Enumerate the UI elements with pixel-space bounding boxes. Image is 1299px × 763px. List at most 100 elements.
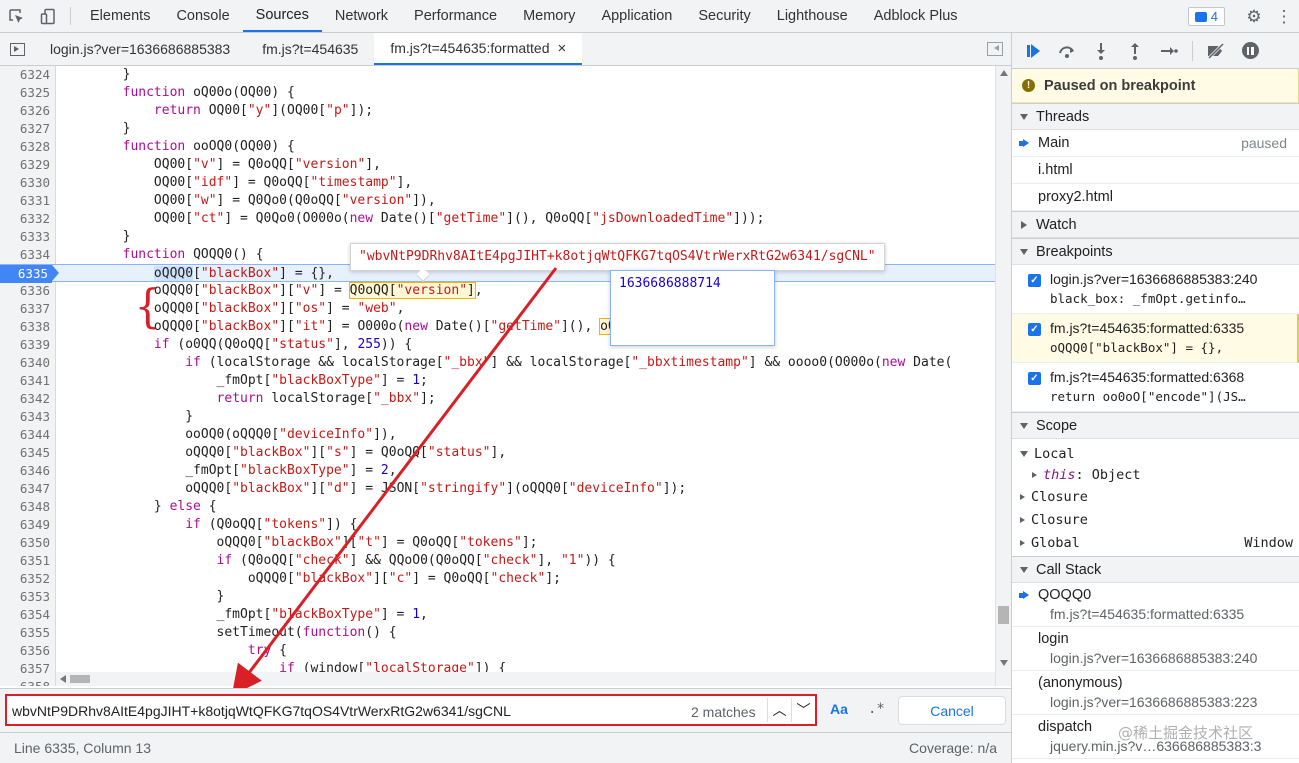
scroll-down-icon[interactable] xyxy=(1000,660,1008,666)
previous-match-button[interactable]: ︿ xyxy=(767,698,791,722)
watch-section-header[interactable]: Watch xyxy=(1012,211,1299,238)
line-number[interactable]: 6344 xyxy=(0,426,50,444)
scope-closure[interactable]: Closure xyxy=(1012,485,1299,508)
code-line[interactable]: 6346 _fmOpt["blackBoxType"] = 2, xyxy=(0,462,995,480)
line-number[interactable]: 6345 xyxy=(0,444,50,462)
code-line[interactable]: 6343 } xyxy=(0,408,995,426)
deactivate-breakpoints-icon[interactable] xyxy=(1205,40,1227,62)
code-line[interactable]: 6356 try { xyxy=(0,642,995,660)
code-text[interactable]: function QOQQ0() { xyxy=(60,246,264,264)
line-number[interactable]: 6349 xyxy=(0,516,50,534)
line-number[interactable]: 6330 xyxy=(0,174,50,192)
tab-elements[interactable]: Elements xyxy=(77,0,163,32)
line-number[interactable]: 6331 xyxy=(0,192,50,210)
tab-adblock-plus[interactable]: Adblock Plus xyxy=(861,0,971,32)
breakpoint-checkbox[interactable]: ✓ xyxy=(1028,323,1041,336)
code-line[interactable]: 6341 _fmOpt["blackBoxType"] = 1; xyxy=(0,372,995,390)
line-number[interactable]: 6324 xyxy=(0,66,50,84)
code-line[interactable]: 6342 return localStorage["_bbx"]; xyxy=(0,390,995,408)
line-number[interactable]: 6353 xyxy=(0,588,50,606)
scrollbar-thumb[interactable] xyxy=(998,606,1009,624)
frame-location[interactable]: login.js?ver=1636686885383:240 xyxy=(1050,650,1257,666)
callstack-frame[interactable]: login login.js?ver=1636686885383:240 xyxy=(1012,627,1299,671)
code-line[interactable]: 6351 if (Q0oQQ["check"] && QQoO0(Q0oQQ["… xyxy=(0,552,995,570)
code-text[interactable]: oQQQ0["blackBox"] = {}, xyxy=(60,265,334,283)
tab-lighthouse[interactable]: Lighthouse xyxy=(764,0,861,32)
code-line[interactable]: 6352 oQQQ0["blackBox"]["c"] = Q0oQQ["che… xyxy=(0,570,995,588)
code-line[interactable]: 6344 ooOQ0(oQQQ0["deviceInfo"]), xyxy=(0,426,995,444)
code-text[interactable]: if (Q0oQQ["tokens"]) { xyxy=(60,516,357,534)
line-number[interactable]: 6348 xyxy=(0,498,50,516)
scroll-left-icon[interactable] xyxy=(60,675,66,683)
editor-horizontal-scrollbar[interactable] xyxy=(56,672,995,686)
code-line[interactable]: 6354 _fmOpt["blackBoxType"] = 1, xyxy=(0,606,995,624)
callstack-section-header[interactable]: Call Stack xyxy=(1012,556,1299,583)
line-number[interactable]: 6356 xyxy=(0,642,50,660)
tab-performance[interactable]: Performance xyxy=(401,0,510,32)
line-number[interactable]: 6328 xyxy=(0,138,50,156)
step-into-icon[interactable] xyxy=(1090,40,1112,62)
code-text[interactable]: _fmOpt["blackBoxType"] = 1; xyxy=(60,372,428,390)
file-tab-fm-js-formatted[interactable]: fm.js?t=454635:formatted × xyxy=(374,33,583,65)
code-line[interactable]: 6339 if (o0QQ(Q0oQQ["status"], 255)) { xyxy=(0,336,995,354)
code-line[interactable]: 6345 oQQQ0["blackBox"]["s"] = Q0oQQ["sta… xyxy=(0,444,995,462)
scroll-up-icon[interactable] xyxy=(1000,70,1008,76)
line-number[interactable]: 6342 xyxy=(0,390,50,408)
code-text[interactable]: } xyxy=(60,228,131,246)
code-text[interactable]: if (localStorage && localStorage["_bbx"]… xyxy=(60,354,952,372)
code-text[interactable]: } xyxy=(60,120,131,138)
code-line[interactable]: 6353 } xyxy=(0,588,995,606)
tab-sources[interactable]: Sources xyxy=(242,0,322,32)
line-number[interactable]: 6346 xyxy=(0,462,50,480)
code-text[interactable]: if (o0QQ(Q0oQQ["status"], 255)) { xyxy=(60,336,412,354)
console-messages-badge[interactable]: 4 xyxy=(1187,7,1225,26)
tab-application[interactable]: Application xyxy=(588,0,685,32)
code-line[interactable]: 6326 return OQ00["y"](OQ00["p"]); xyxy=(0,102,995,120)
step-over-icon[interactable] xyxy=(1056,40,1078,62)
scrollbar-thumb[interactable] xyxy=(70,675,90,683)
resume-icon[interactable] xyxy=(1022,40,1044,62)
scope-section-header[interactable]: Scope xyxy=(1012,412,1299,439)
line-number[interactable]: 6327 xyxy=(0,120,50,138)
regex-button[interactable]: .* xyxy=(868,701,885,717)
code-text[interactable]: } xyxy=(60,66,131,84)
code-text[interactable]: oQQQ0["blackBox"]["c"] = Q0oQQ["check"]; xyxy=(60,570,561,588)
code-text[interactable]: _fmOpt["blackBoxType"] = 2, xyxy=(60,462,396,480)
line-number[interactable]: 6343 xyxy=(0,408,50,426)
scope-this[interactable]: this : Object xyxy=(1012,465,1299,485)
code-text[interactable]: OQ00["w"] = Q0Qo0(Q0oQQ["version"]), xyxy=(60,192,436,210)
step-icon[interactable] xyxy=(1158,40,1180,62)
tab-memory[interactable]: Memory xyxy=(510,0,588,32)
code-text[interactable]: } xyxy=(60,408,193,426)
line-number[interactable]: 6332 xyxy=(0,210,50,228)
breakpoint-item-active[interactable]: ✓ fm.js?t=454635:formatted:6335 oQQQ0["b… xyxy=(1012,314,1299,363)
step-out-icon[interactable] xyxy=(1124,40,1146,62)
line-number[interactable]: 6341 xyxy=(0,372,50,390)
callstack-frame[interactable]: (anonymous) login.js?ver=1636686885383:2… xyxy=(1012,671,1299,715)
code-text[interactable]: ooOQ0(oQQQ0["deviceInfo"]), xyxy=(60,426,396,444)
code-text[interactable]: OQ00["ct"] = Q0Qo0(O000o(new Date()["get… xyxy=(60,210,765,228)
toggle-debugger-panel-icon[interactable] xyxy=(987,42,1003,56)
breakpoints-section-header[interactable]: Breakpoints xyxy=(1012,238,1299,265)
code-text[interactable]: setTimeout(function() { xyxy=(60,624,397,642)
settings-gear-icon[interactable]: ⚙ xyxy=(1239,7,1269,27)
breakpoint-item[interactable]: ✓ login.js?ver=1636686885383:240 black_b… xyxy=(1012,265,1299,314)
line-number[interactable]: 6358 xyxy=(0,678,50,686)
line-number[interactable]: 6337 xyxy=(0,300,50,318)
code-line[interactable]: 6325 function oQ00o(OQ00) { xyxy=(0,84,995,102)
device-toggle-icon[interactable] xyxy=(32,0,64,32)
line-number[interactable]: 6351 xyxy=(0,552,50,570)
breakpoint-checkbox[interactable]: ✓ xyxy=(1028,274,1041,287)
thread-item-ihtml[interactable]: i.html xyxy=(1012,157,1299,184)
code-text[interactable]: if (Q0oQQ["check"] && QQoO0(Q0oQQ["check… xyxy=(60,552,616,570)
code-line[interactable]: 6330 OQ00["idf"] = Q0oQQ["timestamp"], xyxy=(0,174,995,192)
code-line[interactable]: 6340 if (localStorage && localStorage["_… xyxy=(0,354,995,372)
code-text[interactable]: oQQQ0["blackBox"]["d"] = JSON["stringify… xyxy=(60,480,686,498)
code-text[interactable]: function oQ00o(OQ00) { xyxy=(60,84,295,102)
line-number[interactable]: 6340 xyxy=(0,354,50,372)
code-text[interactable]: OQ00["v"] = Q0oQQ["version"], xyxy=(60,156,381,174)
code-line[interactable]: 6348 } else { xyxy=(0,498,995,516)
code-editor[interactable]: 6324 } 6325 function oQ00o(OQ00) {6326 re… xyxy=(0,66,995,686)
frame-location[interactable]: login.js?ver=1636686885383:223 xyxy=(1050,694,1257,710)
tab-network[interactable]: Network xyxy=(322,0,401,32)
